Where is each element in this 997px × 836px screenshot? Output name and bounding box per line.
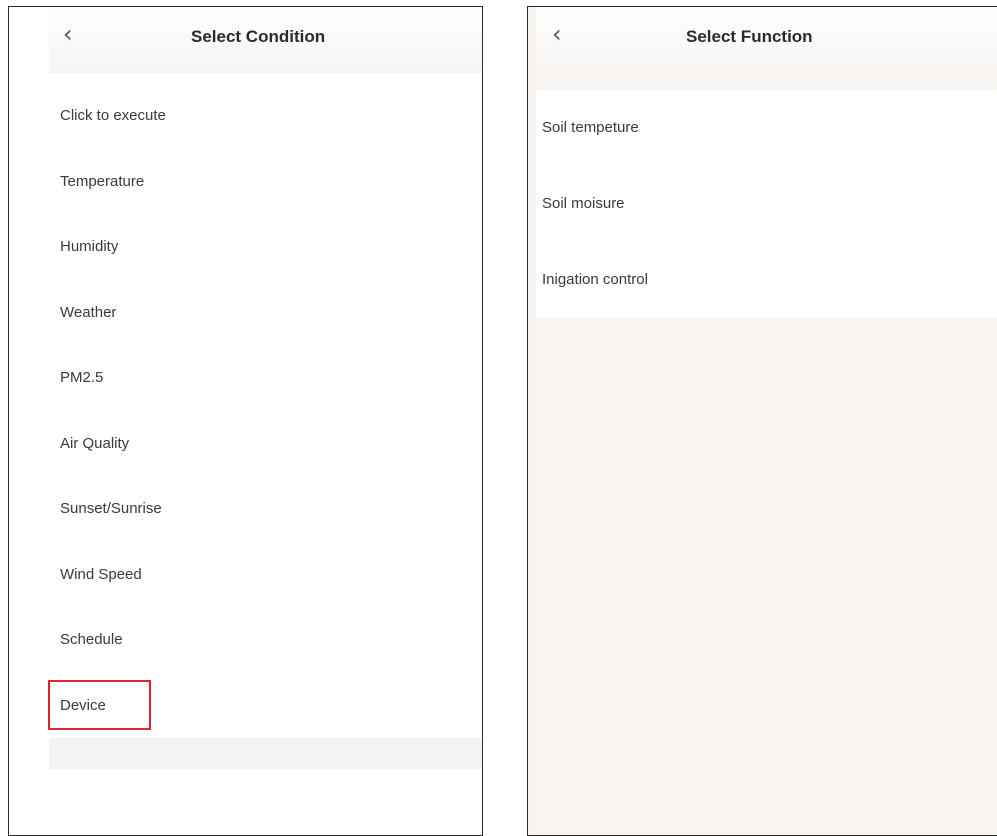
- select-function-screen: ‹ Select Function Soil tempeture Soil mo…: [527, 6, 997, 836]
- condition-item-air-quality[interactable]: Air Quality: [49, 410, 482, 476]
- function-item-soil-moisure[interactable]: Soil moisure: [536, 166, 997, 242]
- condition-item-schedule[interactable]: Schedule: [49, 607, 482, 673]
- condition-item-click-to-execute[interactable]: Click to execute: [49, 83, 482, 149]
- function-list: Soil tempeture Soil moisure Inigation co…: [536, 90, 997, 318]
- back-chevron-icon[interactable]: ‹: [552, 20, 562, 48]
- function-item-irrigation-control[interactable]: Inigation control: [536, 242, 997, 318]
- condition-item-humidity[interactable]: Humidity: [49, 214, 482, 280]
- select-function-view: ‹ Select Function Soil tempeture Soil mo…: [536, 7, 997, 835]
- condition-item-temperature[interactable]: Temperature: [49, 148, 482, 214]
- back-chevron-icon[interactable]: ‹: [63, 20, 73, 48]
- condition-list: Click to execute Temperature Humidity We…: [49, 83, 482, 738]
- condition-item-pm25[interactable]: PM2.5: [49, 345, 482, 411]
- select-function-header: ‹ Select Function: [536, 7, 997, 73]
- condition-item-device[interactable]: Device: [49, 672, 482, 738]
- condition-item-weather[interactable]: Weather: [49, 279, 482, 345]
- function-item-soil-tempeture[interactable]: Soil tempeture: [536, 90, 997, 166]
- select-condition-screen: ‹ Select Condition Click to execute Temp…: [8, 6, 483, 836]
- page-title: Select Condition: [191, 27, 326, 46]
- select-condition-view: ‹ Select Condition Click to execute Temp…: [49, 7, 482, 769]
- page-title: Select Function: [686, 27, 813, 46]
- condition-item-wind-speed[interactable]: Wind Speed: [49, 541, 482, 607]
- select-condition-header: ‹ Select Condition: [49, 7, 482, 73]
- condition-item-sunset-sunrise[interactable]: Sunset/Sunrise: [49, 476, 482, 542]
